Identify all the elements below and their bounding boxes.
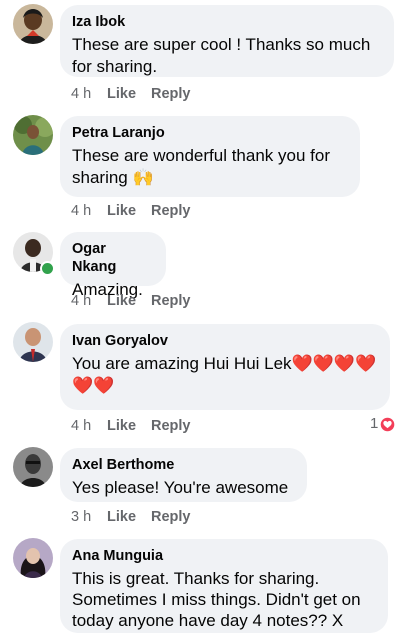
- comment-text: You are amazing Hui Hui Lek❤️❤️❤️❤️❤️❤️: [72, 353, 378, 397]
- comment-text: These are wonderful thank you for sharin…: [72, 146, 330, 187]
- comment-text: This is great. Thanks for sharing. Somet…: [72, 569, 361, 630]
- comment-timestamp[interactable]: 4 h: [71, 202, 107, 220]
- comment-author[interactable]: Ana Munguia: [72, 547, 376, 565]
- comment-text: These are super cool ! Thanks so much fo…: [72, 35, 371, 76]
- comment-thread: Iza Ibok These are super cool ! Thanks s…: [0, 0, 411, 637]
- comment-bubble: Petra Laranjo These are wonderful thank …: [60, 116, 360, 197]
- reaction-summary[interactable]: 1: [370, 415, 396, 433]
- comment-actions: 4 h Like Reply: [71, 292, 191, 310]
- comment-timestamp[interactable]: 3 h: [71, 508, 107, 526]
- avatar[interactable]: [13, 4, 53, 44]
- comment-bubble: Ana Munguia This is great. Thanks for sh…: [60, 539, 388, 633]
- comment-text: Yes please! You're awesome: [72, 478, 289, 497]
- comment-actions: 3 h Like Reply: [71, 508, 191, 526]
- comment-bubble: Ivan Goryalov You are amazing Hui Hui Le…: [60, 324, 390, 410]
- comment-timestamp[interactable]: 4 h: [71, 85, 107, 103]
- comment-author[interactable]: Ogar Nkang: [72, 240, 154, 276]
- comment-author[interactable]: Axel Berthome: [72, 456, 295, 474]
- reply-button[interactable]: Reply: [151, 417, 191, 435]
- comment-actions: 4 h Like Reply: [71, 417, 191, 435]
- comment-text-body: You are amazing Hui Hui Lek: [72, 354, 292, 373]
- reply-button[interactable]: Reply: [151, 85, 191, 103]
- comment-bubble: Axel Berthome Yes please! You're awesome: [60, 448, 307, 502]
- like-button[interactable]: Like: [107, 202, 151, 220]
- like-button[interactable]: Like: [107, 85, 151, 103]
- comment-author[interactable]: Ivan Goryalov: [72, 332, 378, 350]
- online-status-indicator: [40, 261, 55, 276]
- avatar[interactable]: [13, 447, 53, 487]
- comment-actions: 4 h Like Reply: [71, 85, 191, 103]
- comment-author[interactable]: Petra Laranjo: [72, 124, 348, 142]
- avatar[interactable]: [13, 322, 53, 362]
- comment-actions: 4 h Like Reply: [71, 202, 191, 220]
- comment-timestamp[interactable]: 4 h: [71, 417, 107, 435]
- comment-timestamp[interactable]: 4 h: [71, 292, 107, 310]
- comment-bubble: Iza Ibok These are super cool ! Thanks s…: [60, 5, 394, 77]
- comment-bubble: Ogar Nkang Amazing.: [60, 232, 166, 299]
- comment-author[interactable]: Iza Ibok: [72, 13, 382, 31]
- like-button[interactable]: Like: [107, 508, 151, 526]
- like-button[interactable]: Like: [107, 292, 151, 310]
- love-reaction-icon: [379, 416, 396, 433]
- reply-button[interactable]: Reply: [151, 508, 191, 526]
- avatar[interactable]: [13, 538, 53, 578]
- avatar[interactable]: [13, 115, 53, 155]
- reply-button[interactable]: Reply: [151, 202, 191, 220]
- like-button[interactable]: Like: [107, 417, 151, 435]
- reply-button[interactable]: Reply: [151, 292, 191, 310]
- reaction-count: 1: [370, 415, 379, 433]
